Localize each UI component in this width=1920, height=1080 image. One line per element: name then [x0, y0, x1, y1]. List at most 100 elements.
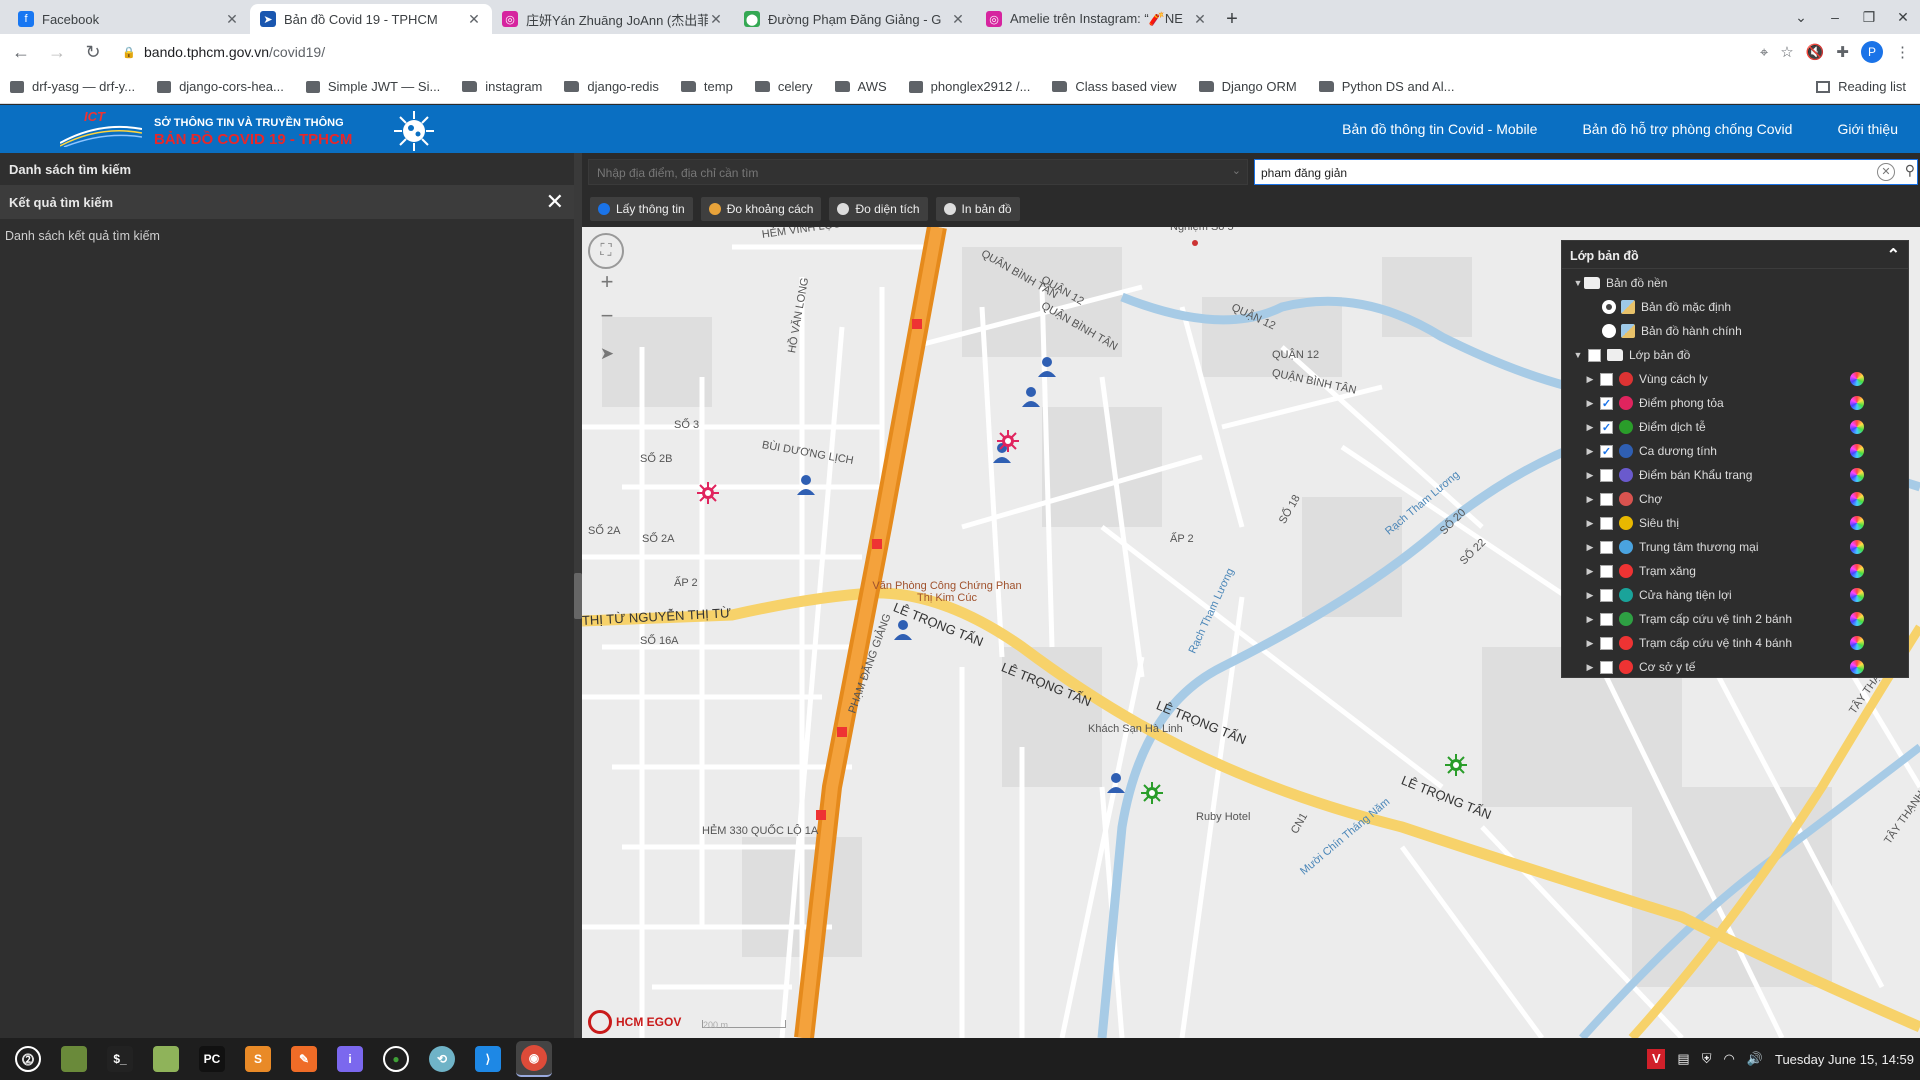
layer-checkbox[interactable] — [1600, 564, 1613, 578]
reading-list-button[interactable]: Reading list — [1816, 79, 1906, 94]
clipboard-tray-icon[interactable]: ▤ — [1677, 1051, 1689, 1067]
locate-me-button[interactable]: ➤ — [588, 337, 626, 371]
color-picker-icon[interactable] — [1850, 612, 1864, 626]
expand-arrow-icon[interactable]: ▶ — [1584, 470, 1596, 481]
browser-tab[interactable]: ➤ Bản đồ Covid 19 - TPHCM ✕ — [250, 4, 492, 34]
bookmark-item[interactable]: Django ORM — [1198, 79, 1297, 94]
street-search-input[interactable]: pham đăng giản ✕ ⚲ — [1254, 159, 1918, 185]
profile-avatar[interactable]: P — [1861, 41, 1883, 63]
expand-arrow-icon[interactable]: ▶ — [1584, 542, 1596, 553]
back-icon[interactable]: ← — [6, 37, 36, 67]
fullscreen-button[interactable]: ⛶ — [588, 233, 624, 269]
color-picker-icon[interactable] — [1850, 588, 1864, 602]
overlay-layer[interactable]: ▶ Siêu thị — [1572, 511, 1898, 535]
folder-icon[interactable] — [148, 1041, 184, 1077]
files-icon[interactable] — [56, 1041, 92, 1077]
bookmark-item[interactable]: instagram — [462, 79, 542, 94]
layer-checkbox[interactable]: ✓ — [1600, 396, 1613, 410]
bookmark-star-icon[interactable]: ☆ — [1780, 43, 1793, 61]
expand-arrow-icon[interactable]: ▶ — [1584, 374, 1596, 385]
bookmark-item[interactable]: Class based view — [1052, 79, 1177, 94]
color-picker-icon[interactable] — [1850, 492, 1864, 506]
layer-checkbox[interactable] — [1600, 492, 1613, 506]
sublime-icon[interactable]: S — [240, 1041, 276, 1077]
tool-button[interactable]: Đo khoảng cách — [700, 197, 822, 221]
overlay-layer[interactable]: ▶ Cơ sở y tế — [1572, 655, 1898, 679]
expand-arrow-icon[interactable]: ▶ — [1584, 422, 1596, 433]
mongodb-icon[interactable]: ● — [378, 1041, 414, 1077]
layer-checkbox[interactable]: ✓ — [1600, 420, 1613, 434]
color-picker-icon[interactable] — [1850, 420, 1864, 434]
browser-tab[interactable]: f Facebook ✕ — [8, 4, 250, 34]
bookmark-item[interactable]: django-cors-hea... — [157, 79, 284, 94]
shield-tray-icon[interactable]: ⛨ — [1702, 1051, 1712, 1067]
layer-checkbox[interactable]: ✓ — [1600, 444, 1613, 458]
layer-checkbox[interactable] — [1600, 636, 1613, 650]
clock[interactable]: Tuesday June 15, 14:59 — [1775, 1052, 1914, 1067]
bookmark-item[interactable]: celery — [754, 79, 813, 94]
vivaldi-tray-icon[interactable]: V — [1647, 1049, 1666, 1069]
terminal-icon[interactable]: $_ — [102, 1041, 138, 1077]
overlay-layer[interactable]: ▶ ✓ Điểm dịch tễ — [1572, 415, 1898, 439]
base-map-option[interactable]: Bản đồ hành chính — [1572, 319, 1898, 343]
layer-checkbox[interactable] — [1600, 612, 1613, 626]
expand-arrow-icon[interactable]: ▶ — [1584, 446, 1596, 457]
layer-checkbox[interactable] — [1600, 516, 1613, 530]
color-picker-icon[interactable] — [1850, 636, 1864, 650]
zoom-in-button[interactable]: + — [588, 265, 626, 299]
bookmark-item[interactable]: Python DS and Al... — [1318, 79, 1454, 94]
expand-arrow-icon[interactable]: ▶ — [1584, 494, 1596, 505]
place-search-input[interactable]: Nhập địa điểm, địa chỉ cần tìm ⌄ — [588, 159, 1248, 185]
tab-close-icon[interactable]: ✕ — [1192, 11, 1208, 28]
positive-case-marker[interactable] — [1019, 385, 1043, 409]
overlay-layer[interactable]: ▶ Cửa hàng tiện lợi — [1572, 583, 1898, 607]
tab-close-icon[interactable]: ✕ — [950, 11, 966, 28]
bookmark-item[interactable]: phonglex2912 /... — [908, 79, 1030, 94]
chrome-icon[interactable]: ◉ — [516, 1041, 552, 1077]
nav-covid-mobile[interactable]: Bản đồ thông tin Covid - Mobile — [1342, 121, 1537, 137]
tab-close-icon[interactable]: ✕ — [466, 11, 482, 28]
site-logo[interactable]: ICT SỞ THÔNG TIN VÀ TRUYỀN THÔNG BẢN ĐỒ … — [60, 107, 434, 151]
overlay-layer[interactable]: ▶ Chợ — [1572, 487, 1898, 511]
bookmark-item[interactable]: drf-yasg — drf-y... — [10, 79, 135, 94]
restore-icon[interactable]: ❐ — [1852, 9, 1886, 26]
color-picker-icon[interactable] — [1850, 396, 1864, 410]
expand-arrow-icon[interactable]: ▶ — [1584, 614, 1596, 625]
wifi-icon[interactable]: ◠ — [1723, 1051, 1734, 1067]
close-window-icon[interactable]: ✕ — [1886, 9, 1920, 26]
tab-close-icon[interactable]: ✕ — [224, 11, 240, 28]
expand-arrow-icon[interactable]: ▼ — [1572, 350, 1584, 360]
color-picker-icon[interactable] — [1850, 516, 1864, 530]
overlay-layer[interactable]: ▶ ✓ Ca dương tính — [1572, 439, 1898, 463]
splitter-grip[interactable] — [574, 573, 582, 619]
volume-icon[interactable]: 🔊 — [1747, 1051, 1763, 1067]
minimize-icon[interactable]: – — [1818, 9, 1852, 25]
overlay-group-checkbox[interactable] — [1588, 348, 1601, 362]
layer-panel-header[interactable]: Lớp bản đồ ⌃ — [1562, 241, 1908, 269]
expand-arrow-icon[interactable]: ▶ — [1584, 566, 1596, 577]
color-picker-icon[interactable] — [1850, 540, 1864, 554]
bookmark-item[interactable]: Simple JWT — Si... — [305, 79, 440, 94]
color-picker-icon[interactable] — [1850, 468, 1864, 482]
tab-search-icon[interactable]: ⌄ — [1784, 9, 1818, 26]
positive-case-marker[interactable] — [794, 473, 818, 497]
positive-case-marker[interactable] — [891, 618, 915, 642]
expand-arrow-icon[interactable]: ▼ — [1572, 278, 1584, 288]
base-map-radio[interactable] — [1602, 300, 1616, 314]
overlay-layer[interactable]: ▶ Điểm bán Khẩu trang — [1572, 463, 1898, 487]
lockdown-point-marker[interactable] — [696, 481, 720, 505]
forward-icon[interactable]: → — [42, 37, 72, 67]
browser-tab[interactable]: ◎ Amelie trên Instagram: “🧨NE ✕ — [976, 4, 1218, 34]
nav-about[interactable]: Giới thiệu — [1837, 121, 1898, 137]
nav-support-map[interactable]: Bản đồ hỗ trợ phòng chống Covid — [1582, 121, 1792, 137]
collapse-chevron-up-icon[interactable]: ⌃ — [1887, 245, 1900, 265]
menu-kebab-icon[interactable]: ⋮ — [1895, 43, 1910, 61]
close-icon[interactable]: ✕ — [546, 189, 564, 215]
expand-arrow-icon[interactable]: ▶ — [1584, 518, 1596, 529]
info-app-icon[interactable]: i — [332, 1041, 368, 1077]
extensions-icon[interactable]: ✚ — [1836, 43, 1849, 61]
overlay-layer[interactable]: ▶ Trạm cấp cứu vệ tinh 2 bánh — [1572, 607, 1898, 631]
browser-tab[interactable]: ⬤ Đường Phạm Đăng Giảng - G ✕ — [734, 4, 976, 34]
positive-case-marker[interactable] — [1035, 355, 1059, 379]
search-icon[interactable]: ⚲ — [1905, 162, 1915, 179]
